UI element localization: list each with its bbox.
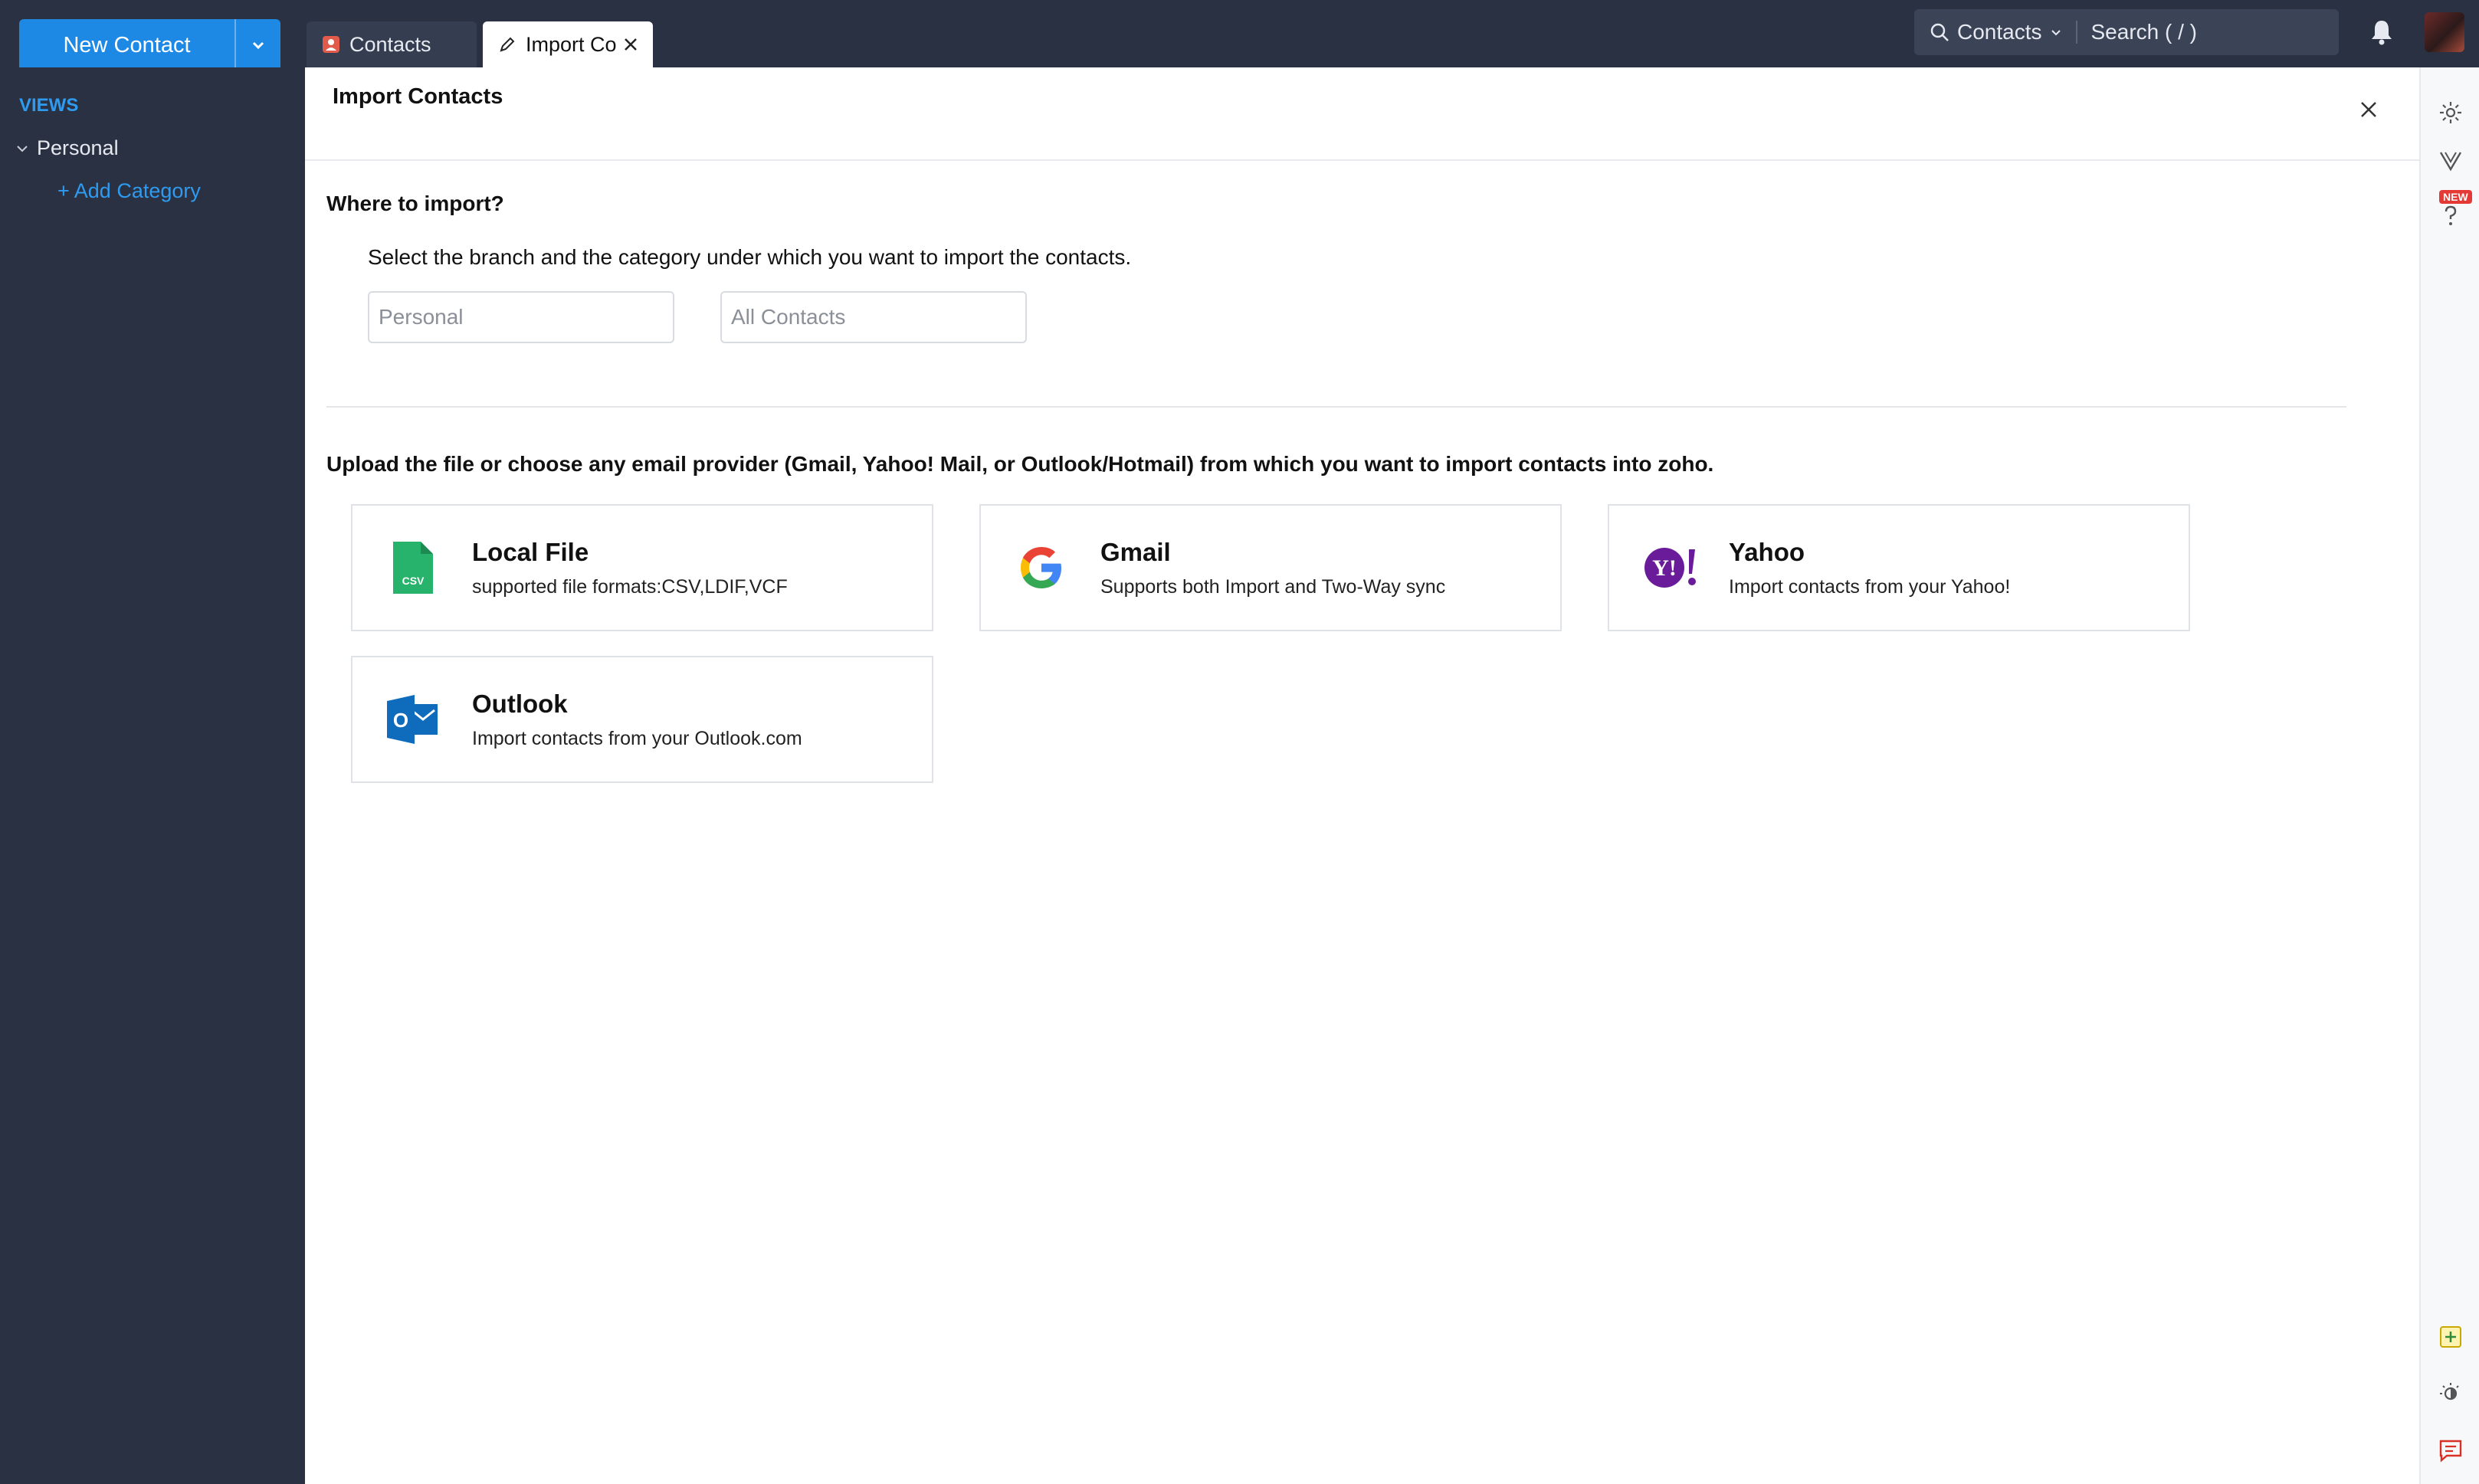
gear-icon[interactable] [2438, 100, 2464, 126]
page-title: Import Contacts [333, 84, 503, 109]
contacts-icon [323, 36, 339, 53]
category-select[interactable]: All Contacts [720, 291, 1027, 343]
right-rail: NEW [2419, 67, 2479, 1484]
search-bar[interactable]: Contacts Search ( / ) [1914, 9, 2339, 55]
avatar[interactable] [2425, 12, 2464, 52]
close-icon[interactable] [622, 36, 639, 53]
help-icon[interactable] [2438, 202, 2464, 228]
search-separator [2075, 21, 2077, 44]
sidebar-item-personal-label: Personal [37, 136, 119, 159]
yahoo-title: Yahoo [1729, 537, 1805, 566]
outlook-icon-text: O [393, 709, 408, 732]
search-scope-select[interactable]: Contacts [1914, 20, 2062, 44]
search-icon [1930, 23, 1949, 41]
local-file-subtitle: supported file formats:CSV,LDIF,VCF [472, 575, 788, 598]
gmail-title: Gmail [1100, 537, 1171, 566]
new-contact-button[interactable]: New Contact [19, 19, 280, 71]
panel-header: Import Contacts [305, 67, 2419, 161]
close-icon[interactable] [2359, 100, 2379, 120]
csv-icon-text: CSV [402, 575, 425, 587]
sidebar-item-personal[interactable]: Personal [15, 136, 119, 160]
divider [326, 406, 2346, 408]
tab-import-label: Import Contacts [526, 32, 616, 56]
gmail-card[interactable]: Gmail Supports both Import and Two-Way s… [979, 504, 1562, 631]
bell-icon[interactable] [2369, 18, 2394, 46]
add-category-link[interactable]: + Add Category [57, 179, 201, 203]
chevron-down-icon[interactable] [15, 142, 29, 156]
svg-text:Y!: Y! [1652, 555, 1677, 581]
yahoo-subtitle: Import contacts from your Yahoo! [1729, 575, 2011, 598]
branch-select[interactable]: Personal [368, 291, 674, 343]
views-heading: VIEWS [19, 95, 79, 116]
outlook-subtitle: Import contacts from your Outlook.com [472, 727, 802, 749]
local-file-title: Local File [472, 537, 589, 566]
chevron-down-icon [252, 41, 264, 50]
local-file-card[interactable]: CSV Local File supported file formats:CS… [351, 504, 933, 631]
yahoo-card[interactable]: Y! Yahoo Import contacts from your Yahoo… [1608, 504, 2190, 631]
chevron-down-icon [2051, 30, 2061, 36]
outlook-icon: O [385, 691, 441, 748]
search-input[interactable]: Search ( / ) [2091, 20, 2197, 44]
new-contact-label[interactable]: New Contact [19, 19, 234, 71]
tab-contacts[interactable]: Contacts [307, 21, 477, 67]
where-to-import-heading: Where to import? [326, 192, 504, 215]
tab-import-contacts[interactable]: Import Contacts [483, 21, 653, 67]
new-contact-dropdown-button[interactable] [234, 19, 280, 71]
where-to-import-description: Select the branch and the category under… [368, 245, 1132, 269]
yahoo-icon: Y! [1641, 539, 1698, 596]
chat-icon[interactable] [2438, 1437, 2464, 1463]
gmail-subtitle: Supports both Import and Two-Way sync [1100, 575, 1446, 598]
csv-file-icon: CSV [385, 539, 441, 596]
pencil-icon [500, 37, 515, 52]
upload-description: Upload the file or choose any email prov… [326, 452, 1714, 476]
sticky-note-add-icon[interactable] [2438, 1324, 2464, 1350]
outlook-title: Outlook [472, 689, 568, 718]
search-scope-label: Contacts [1957, 20, 2042, 44]
google-icon [1013, 539, 1070, 596]
theme-toggle-icon[interactable] [2438, 1381, 2464, 1407]
outlook-card[interactable]: O Outlook Import contacts from your Outl… [351, 656, 933, 783]
sidebar: VIEWS Personal + Add Category [0, 67, 305, 1484]
tab-contacts-label: Contacts [349, 32, 431, 56]
zia-icon[interactable] [2438, 148, 2464, 174]
